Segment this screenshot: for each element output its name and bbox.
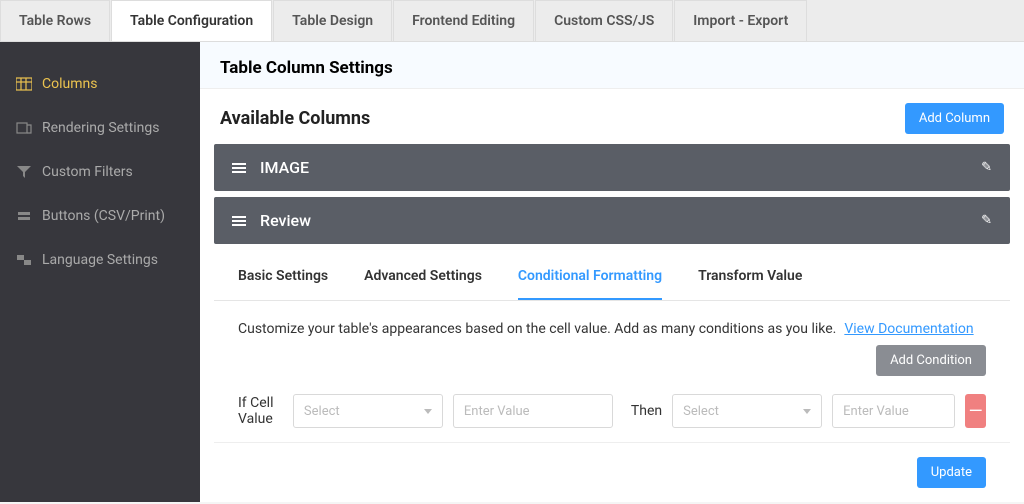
available-columns-title: Available Columns [220,108,370,129]
edit-icon[interactable]: ✎ [981,160,992,175]
inner-tab-conditional[interactable]: Conditional Formatting [518,250,662,300]
cf-description: Customize your table's appearances based… [238,321,836,337]
sidebar-item-label: Custom Filters [42,164,133,180]
column-name: IMAGE [260,158,309,177]
sidebar-item-columns[interactable]: Columns [0,62,200,106]
columns-icon [16,76,32,92]
if-value-input[interactable] [453,394,613,428]
buttons-icon [16,208,32,224]
top-tabs: Table Rows Table Configuration Table Des… [0,0,1024,42]
sidebar-item-label: Rendering Settings [42,120,159,136]
drag-handle-icon[interactable] [232,216,246,226]
update-button[interactable]: Update [917,457,986,488]
tab-table-configuration[interactable]: Table Configuration [111,0,272,41]
sidebar-item-label: Buttons (CSV/Print) [42,208,165,224]
if-operator-select[interactable]: Select [293,394,443,428]
tab-custom-css-js[interactable]: Custom CSS/JS [535,0,673,41]
then-action-select[interactable]: Select [672,394,822,428]
tab-import-export[interactable]: Import - Export [674,0,807,41]
sidebar-item-language[interactable]: Language Settings [0,238,200,282]
drag-handle-icon[interactable] [232,163,246,173]
rendering-icon [16,120,32,136]
inner-tab-transform[interactable]: Transform Value [698,250,802,300]
add-condition-button[interactable]: Add Condition [876,345,986,376]
remove-condition-button[interactable]: — [965,394,986,428]
sidebar-item-filters[interactable]: Custom Filters [0,150,200,194]
content-area: Table Column Settings Available Columns … [200,42,1024,502]
then-value-input[interactable] [832,394,955,428]
tab-table-rows[interactable]: Table Rows [0,0,110,41]
sidebar-item-rendering[interactable]: Rendering Settings [0,106,200,150]
edit-icon[interactable]: ✎ [981,213,992,228]
view-documentation-link[interactable]: View Documentation [844,321,973,337]
inner-tab-advanced[interactable]: Advanced Settings [364,250,482,300]
inner-tabs: Basic Settings Advanced Settings Conditi… [214,250,1010,301]
sidebar-item-label: Columns [42,76,97,92]
then-label: Then [631,403,662,419]
tab-frontend-editing[interactable]: Frontend Editing [393,0,534,41]
inner-tab-basic[interactable]: Basic Settings [238,250,328,300]
sidebar-item-label: Language Settings [42,252,158,268]
sidebar: Columns Rendering Settings Custom Filter… [0,42,200,502]
filter-icon [16,164,32,180]
add-column-button[interactable]: Add Column [905,103,1004,134]
sidebar-item-buttons[interactable]: Buttons (CSV/Print) [0,194,200,238]
language-icon [16,252,32,268]
column-header-image[interactable]: IMAGE ✎ [214,144,1010,191]
column-header-review[interactable]: Review ✎ [214,197,1010,244]
column-name: Review [260,211,311,230]
if-label: If Cell Value [238,395,283,427]
condition-row: If Cell Value Select Then Select — [214,388,1010,443]
column-panel-review: Basic Settings Advanced Settings Conditi… [214,250,1010,502]
tab-table-design[interactable]: Table Design [273,0,392,41]
section-title: Table Column Settings [200,42,1024,89]
